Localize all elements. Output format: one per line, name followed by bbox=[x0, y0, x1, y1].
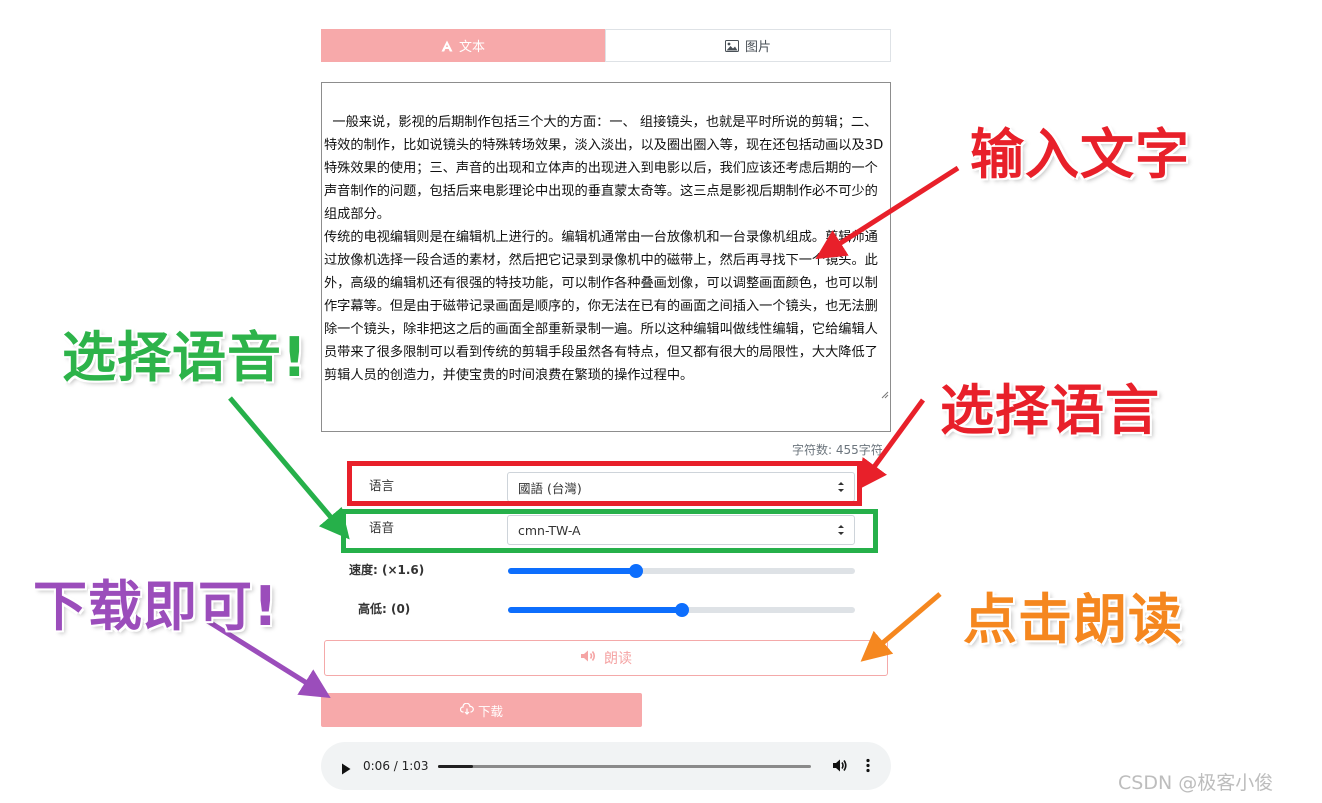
arrow-to-text-input bbox=[815, 165, 960, 260]
annotation-input-text: 输入文字 bbox=[970, 123, 1190, 186]
arrow-to-read bbox=[860, 592, 942, 662]
arrow-to-language bbox=[857, 398, 926, 491]
annotation-click-read: 点击朗读 bbox=[963, 588, 1183, 651]
watermark: CSDN @极客小俊 bbox=[1118, 772, 1274, 794]
annotation-download: 下载即可! bbox=[33, 575, 279, 638]
arrow-to-voice bbox=[228, 396, 350, 540]
annotation-choose-voice: 选择语音! bbox=[62, 326, 308, 389]
annotation-choose-language: 选择语言 bbox=[940, 379, 1160, 442]
